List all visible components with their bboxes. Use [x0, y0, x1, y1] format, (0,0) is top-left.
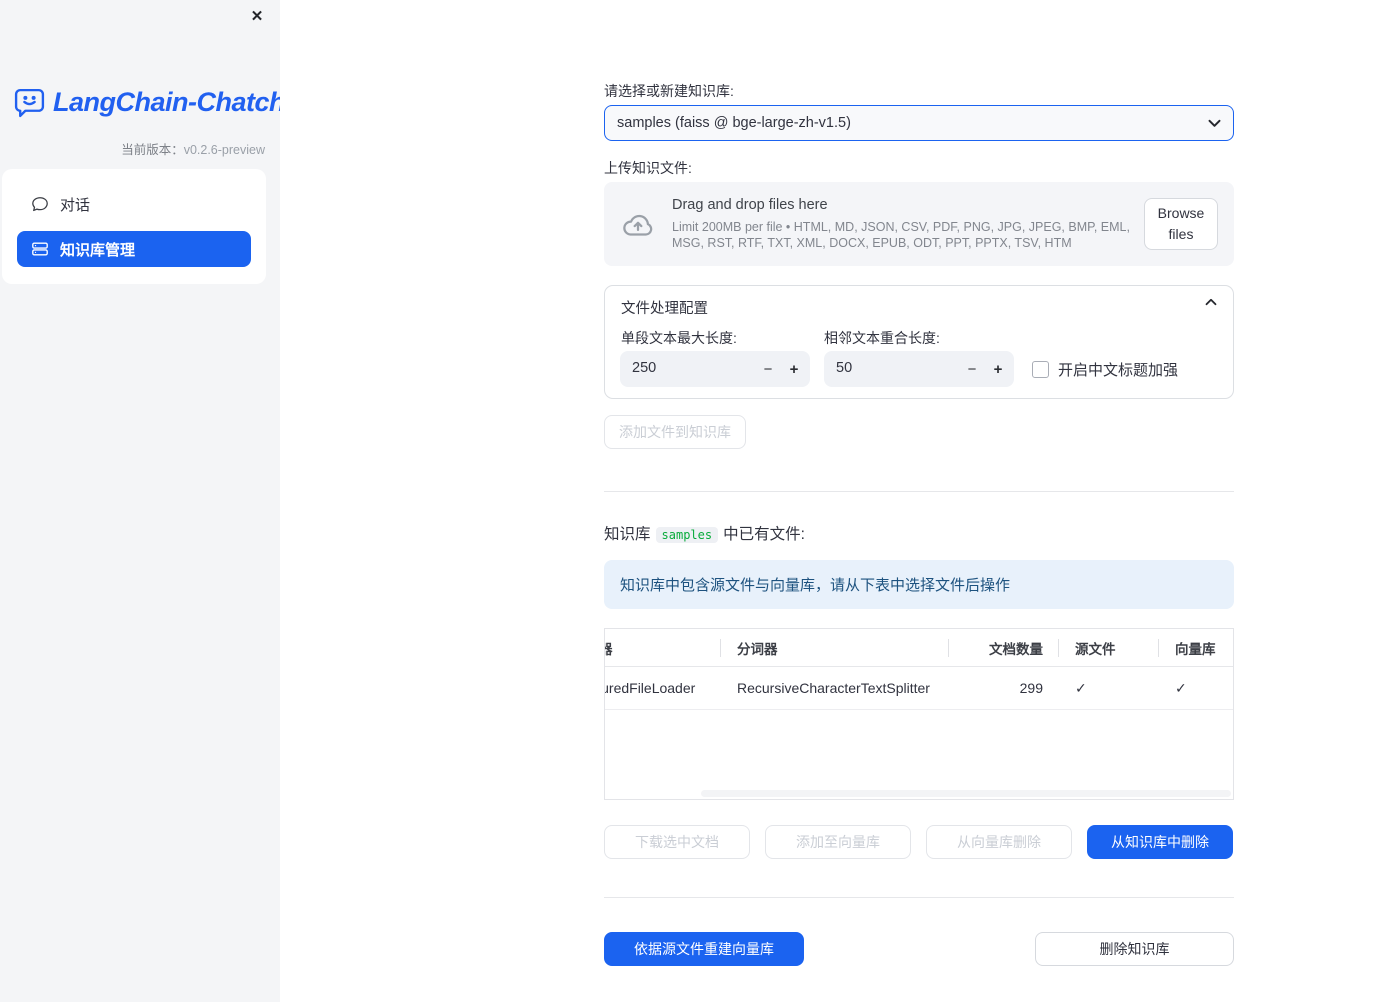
sidebar-menu: 对话 知识库管理	[2, 169, 266, 284]
checkbox-label: 开启中文标题加强	[1058, 361, 1179, 379]
cell-source-file-check: ✓	[1075, 679, 1087, 696]
column-header-doc-count[interactable]: 文档数量	[948, 629, 1058, 666]
chinese-title-enhance-row: 开启中文标题加强	[1032, 351, 1178, 387]
overlap-size-input[interactable]: 50 − +	[824, 351, 1014, 387]
uploader-label: 上传知识文件:	[604, 160, 692, 176]
file-actions-row: 下载选中文档 添加至向量库 从向量库删除 从知识库中删除	[604, 825, 1234, 859]
kb-files-table[interactable]: 文档加载器 分词器 文档数量 源文件 向量库 UnstructuredFileL…	[604, 628, 1234, 800]
app-title: LangChain-Chatchat	[53, 87, 309, 117]
hdd-stack-icon	[32, 242, 48, 256]
kb-actions-row: 依据源文件重建向量库 删除知识库	[604, 932, 1234, 966]
horizontal-scrollbar[interactable]	[701, 790, 1231, 797]
app-logo: LangChain-Chatchat	[13, 86, 309, 119]
minus-stepper-button[interactable]: −	[754, 351, 782, 387]
plus-stepper-button[interactable]: +	[984, 351, 1012, 387]
kb-select-value: samples (faiss @ bge-large-zh-v1.5)	[617, 115, 851, 131]
dropzone-instructions: Drag and drop files here Limit 200MB per…	[672, 197, 1144, 251]
column-separator	[720, 639, 721, 657]
delete-from-vector-store-button[interactable]: 从向量库删除	[926, 825, 1072, 859]
column-separator	[1158, 639, 1159, 657]
heading-suffix: 中已有文件:	[723, 526, 805, 543]
chat-smiley-logo-icon	[14, 88, 45, 118]
chat-bubble-icon	[32, 197, 48, 212]
heading-prefix: 知识库	[604, 526, 651, 543]
info-alert: 知识库中包含源文件与向量库，请从下表中选择文件后操作	[604, 560, 1234, 609]
sidebar-item-label: 知识库管理	[60, 241, 136, 259]
chevron-up-icon[interactable]	[1205, 298, 1217, 306]
file-config-expander: 文件处理配置 单段文本最大长度: 250 − + 相邻文本重合长度: 50 − …	[604, 285, 1234, 399]
dropzone-limit-text: Limit 200MB per file • HTML, MD, JSON, C…	[672, 220, 1130, 250]
column-separator	[948, 639, 949, 657]
dropzone-title: Drag and drop files here	[672, 197, 828, 213]
chunk-size-label: 单段文本最大长度:	[621, 330, 737, 346]
column-header-splitter[interactable]: 分词器	[720, 629, 948, 666]
add-to-vector-store-button[interactable]: 添加至向量库	[765, 825, 911, 859]
chunk-size-input[interactable]: 250 − +	[620, 351, 810, 387]
column-header-loader[interactable]: 文档加载器	[605, 629, 720, 666]
divider	[604, 491, 1234, 492]
chinese-title-enhance-checkbox[interactable]	[1032, 360, 1049, 378]
column-header-source-file[interactable]: 源文件	[1058, 629, 1158, 666]
table-header-row: 文档加载器 分词器 文档数量 源文件 向量库	[605, 629, 1233, 667]
browse-files-button[interactable]: Browse files	[1144, 198, 1218, 250]
kb-files-heading: 知识库 samples 中已有文件:	[604, 524, 1234, 546]
delete-from-kb-button[interactable]: 从知识库中删除	[1087, 825, 1233, 859]
overlap-size-value: 50	[836, 360, 853, 376]
cell-splitter: RecursiveCharacterTextSplitter	[737, 680, 930, 696]
sidebar: ✕ LangChain-Chatchat 当前版本：v0.2.6-preview…	[0, 0, 309, 1002]
chunk-size-value: 250	[632, 360, 657, 376]
expander-title[interactable]: 文件处理配置	[621, 297, 708, 318]
add-files-to-kb-button[interactable]: 添加文件到知识库	[604, 415, 746, 449]
sidebar-close-icon[interactable]: ✕	[248, 8, 266, 26]
rebuild-vector-store-button[interactable]: 依据源文件重建向量库	[604, 932, 804, 966]
minus-stepper-button[interactable]: −	[958, 351, 986, 387]
kb-select-label: 请选择或新建知识库:	[604, 83, 734, 99]
sidebar-item-dialogue[interactable]: 对话	[17, 186, 251, 222]
plus-stepper-button[interactable]: +	[780, 351, 808, 387]
kb-name-code: samples	[655, 527, 719, 543]
info-alert-text: 知识库中包含源文件与向量库，请从下表中选择文件后操作	[620, 577, 1011, 594]
version-label: 当前版本：	[121, 143, 184, 157]
divider	[604, 897, 1234, 898]
cell-vector-store-check: ✓	[1175, 679, 1187, 696]
kb-select[interactable]: samples (faiss @ bge-large-zh-v1.5)	[604, 105, 1234, 141]
cell-loader: UnstructuredFileLoader	[605, 680, 696, 696]
cell-doc-count: 299	[1019, 680, 1043, 696]
download-selected-button[interactable]: 下载选中文档	[604, 825, 750, 859]
chevron-down-icon	[1208, 119, 1221, 127]
sidebar-item-knowledge-base[interactable]: 知识库管理	[17, 231, 251, 267]
main-content: 请选择或新建知识库: samples (faiss @ bge-large-zh…	[280, 0, 1380, 1002]
sidebar-item-label: 对话	[60, 196, 91, 214]
file-dropzone[interactable]: Drag and drop files here Limit 200MB per…	[604, 182, 1234, 266]
version-value: v0.2.6-preview	[183, 143, 265, 157]
delete-kb-button[interactable]: 删除知识库	[1035, 932, 1234, 966]
table-row[interactable]: UnstructuredFileLoader RecursiveCharacte…	[605, 667, 1233, 710]
overlap-size-label: 相邻文本重合长度:	[824, 330, 940, 346]
column-separator	[1058, 639, 1059, 657]
version-line: 当前版本：v0.2.6-preview	[121, 139, 265, 158]
column-header-vector-store[interactable]: 向量库	[1158, 629, 1233, 666]
cloud-upload-icon	[623, 214, 653, 236]
